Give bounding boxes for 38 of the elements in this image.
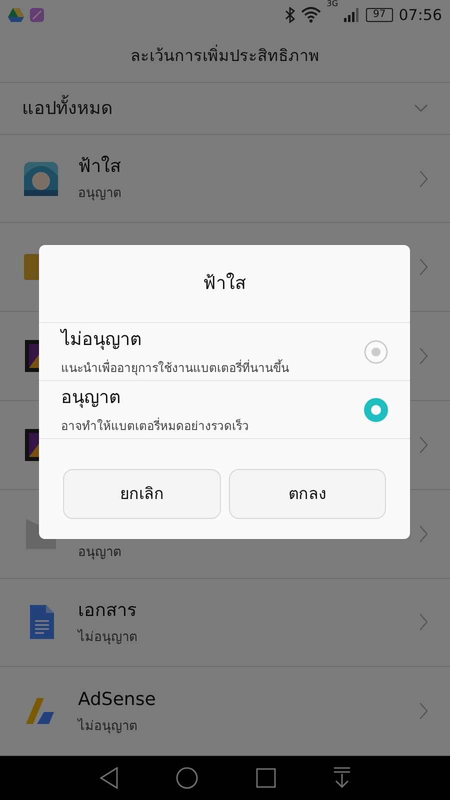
gallery-icon: [30, 8, 44, 22]
notification-icon[interactable]: [333, 767, 352, 790]
option-label: อนุญาต: [61, 386, 122, 410]
home-icon[interactable]: [176, 767, 198, 790]
app-status: อนุญาต: [78, 544, 122, 562]
chevron-right-icon[interactable]: [419, 347, 428, 366]
chevron-right-icon[interactable]: [419, 170, 428, 188]
network-label: 3G: [326, 0, 338, 8]
dialog-title: ฟ้าใส: [203, 272, 246, 296]
app-status: อนุญาต: [78, 185, 122, 204]
app-name: เอกสาร: [78, 599, 138, 624]
ok-button[interactable]: ตกลง: [228, 469, 386, 519]
drive-icon: [8, 8, 24, 22]
option-label: ไม่อนุญาต: [61, 328, 143, 352]
screen-title: ละเว้นการเพิ่มประสิทธิภาพ: [130, 44, 320, 67]
chevron-down-icon[interactable]: [414, 104, 428, 112]
radio-button[interactable]: [364, 398, 388, 422]
app-status: ไม่อนุญาต: [78, 628, 138, 648]
recent-apps-icon[interactable]: [256, 768, 276, 788]
filter-dropdown[interactable]: แอปทั้งหมด: [22, 94, 113, 122]
app-name: AdSense: [78, 688, 157, 712]
battery-indicator: 97: [366, 8, 393, 22]
option-hint: แนะนำเพื่ออายุการใช้งานแบตเตอรี่ที่นานขึ้น: [61, 359, 290, 377]
app-name: ฟ้าใส: [78, 154, 122, 180]
chevron-right-icon[interactable]: [419, 613, 428, 632]
app-status: ไม่อนุญาต: [78, 717, 138, 736]
cancel-button[interactable]: ยกเลิก: [63, 469, 220, 519]
status-time: 07:56: [398, 4, 442, 26]
chevron-right-icon[interactable]: [419, 436, 428, 454]
chevron-right-icon[interactable]: [419, 258, 428, 276]
radio-button[interactable]: [364, 340, 388, 364]
bluetooth-icon: [284, 6, 295, 23]
wifi-icon: [300, 6, 321, 23]
chevron-right-icon[interactable]: [419, 524, 428, 543]
back-icon[interactable]: [98, 767, 119, 790]
option-hint: อาจทำให้แบตเตอรี่หมดอย่างรวดเร็ว: [61, 417, 250, 435]
signal-icon: [344, 8, 360, 22]
chevron-right-icon[interactable]: [419, 702, 428, 720]
